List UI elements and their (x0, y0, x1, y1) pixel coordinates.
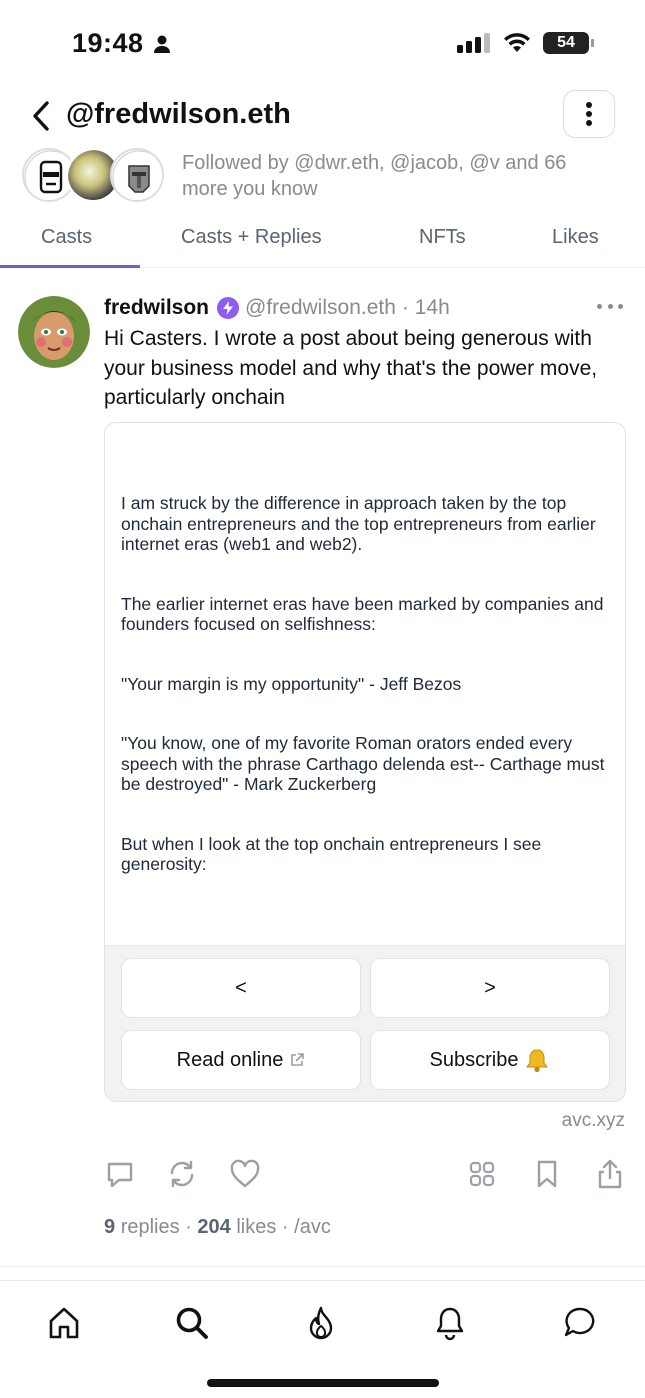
subscribe-button[interactable]: Subscribe (370, 1030, 610, 1090)
chat-icon (564, 1307, 595, 1337)
follower-avatars (22, 148, 172, 204)
status-bar: 19:48 54 (0, 0, 645, 88)
recast-button[interactable] (166, 1158, 198, 1190)
page-title: @fredwilson.eth (66, 98, 291, 130)
tab-casts-replies[interactable]: Casts + Replies (181, 226, 322, 249)
author-handle[interactable]: @fredwilson.eth (245, 296, 396, 320)
tab-likes[interactable]: Likes (552, 226, 599, 249)
verified-badge-icon (217, 297, 240, 319)
cast-timestamp: · 14h (401, 296, 450, 319)
subscribe-label: Subscribe (429, 1048, 519, 1071)
like-icon (230, 1159, 260, 1188)
home-indicator (207, 1379, 439, 1387)
tab-casts[interactable]: Casts (41, 226, 92, 249)
frame-prev-button[interactable]: < (121, 958, 361, 1018)
grid-icon (469, 1161, 495, 1187)
bottom-nav (0, 1280, 645, 1398)
frame-prev-label: < (235, 976, 247, 999)
bell-emoji-icon (526, 1049, 549, 1073)
separator: · (185, 1216, 192, 1238)
cast-stats: 9 replies · 204 likes · /avc (104, 1216, 331, 1239)
followed-by-row[interactable]: Followed by @dwr.eth, @jacob, @v and 66 … (22, 148, 622, 206)
reply-button[interactable] (104, 1158, 136, 1190)
nav-messages[interactable] (560, 1303, 600, 1343)
external-link-icon (291, 1053, 305, 1066)
status-time: 19:48 (72, 28, 172, 59)
back-button[interactable] (26, 98, 56, 134)
frame-next-button[interactable]: > (370, 958, 610, 1018)
reply-icon (107, 1162, 133, 1188)
bookmark-button[interactable] (531, 1158, 563, 1190)
profile-header: @fredwilson.eth (0, 88, 645, 144)
frames-button[interactable] (466, 1158, 498, 1190)
cast-actions (104, 1158, 626, 1194)
clock-text: 19:48 (72, 28, 144, 58)
nav-home[interactable] (44, 1303, 84, 1343)
frame-buttons: < > Read online Subscribe (105, 945, 625, 1101)
frame-paragraph: "You know, one of my favorite Roman orat… (121, 733, 605, 794)
likes-label[interactable]: likes (236, 1216, 276, 1238)
dot (597, 303, 602, 309)
frame-image[interactable]: I am struck by the difference in approac… (105, 423, 625, 945)
like-button[interactable] (229, 1158, 261, 1190)
dot (618, 303, 623, 309)
likes-count[interactable]: 204 (197, 1216, 230, 1238)
cast-header: fredwilson @fredwilson.eth · 14h (104, 296, 450, 320)
battery-level: 54 (557, 34, 575, 51)
frame-paragraph: The earlier internet eras have been mark… (121, 593, 604, 635)
dot (607, 303, 613, 309)
more-options-button[interactable] (563, 90, 615, 138)
frame-paragraph: But when I look at the top onchain entre… (121, 833, 542, 875)
read-online-label: Read online (176, 1048, 284, 1071)
flame-icon (309, 1306, 333, 1340)
separator: · (281, 1216, 289, 1238)
nav-search[interactable] (172, 1303, 212, 1343)
replies-count[interactable]: 9 (104, 1216, 115, 1238)
frame-embed: I am struck by the difference in approac… (104, 422, 626, 1102)
followed-by-text: Followed by @dwr.eth, @jacob, @v and 66 … (182, 152, 567, 200)
bell-icon (436, 1307, 464, 1341)
search-icon (176, 1307, 208, 1339)
frame-paragraph: I am struck by the difference in approac… (121, 493, 596, 554)
author-name[interactable]: fredwilson (104, 296, 209, 320)
vertical-dots-icon (586, 102, 592, 126)
share-icon (598, 1159, 622, 1189)
battery-icon: 54 (543, 32, 594, 54)
status-icons: 54 (457, 32, 594, 54)
nav-notifications[interactable] (430, 1303, 470, 1343)
channel-link[interactable]: /avc (294, 1216, 331, 1238)
active-tab-indicator (0, 265, 140, 268)
read-online-button[interactable]: Read online (121, 1030, 361, 1090)
bookmark-icon (537, 1160, 557, 1188)
home-icon (49, 1307, 79, 1339)
profile-tabs: Casts Casts + Replies NFTs Likes (0, 220, 645, 268)
person-icon (153, 35, 170, 53)
chevron-left-icon (33, 101, 49, 131)
recast-icon (170, 1160, 194, 1188)
nav-trending[interactable] (301, 1303, 341, 1343)
avatar (110, 148, 164, 202)
cast-more-button[interactable] (597, 296, 623, 316)
wifi-icon (504, 33, 530, 52)
share-button[interactable] (594, 1158, 626, 1190)
divider (0, 1266, 645, 1267)
frame-next-label: > (484, 976, 496, 999)
frame-paragraph: "Your margin is my opportunity" - Jeff B… (121, 673, 462, 694)
cast-text: Hi Casters. I wrote a post about being g… (104, 327, 598, 409)
replies-label[interactable]: replies (121, 1216, 180, 1238)
signal-icon (457, 33, 490, 53)
avatar[interactable] (18, 296, 90, 368)
tab-nfts[interactable]: NFTs (419, 226, 466, 249)
embed-domain[interactable]: avc.xyz (562, 1110, 625, 1132)
